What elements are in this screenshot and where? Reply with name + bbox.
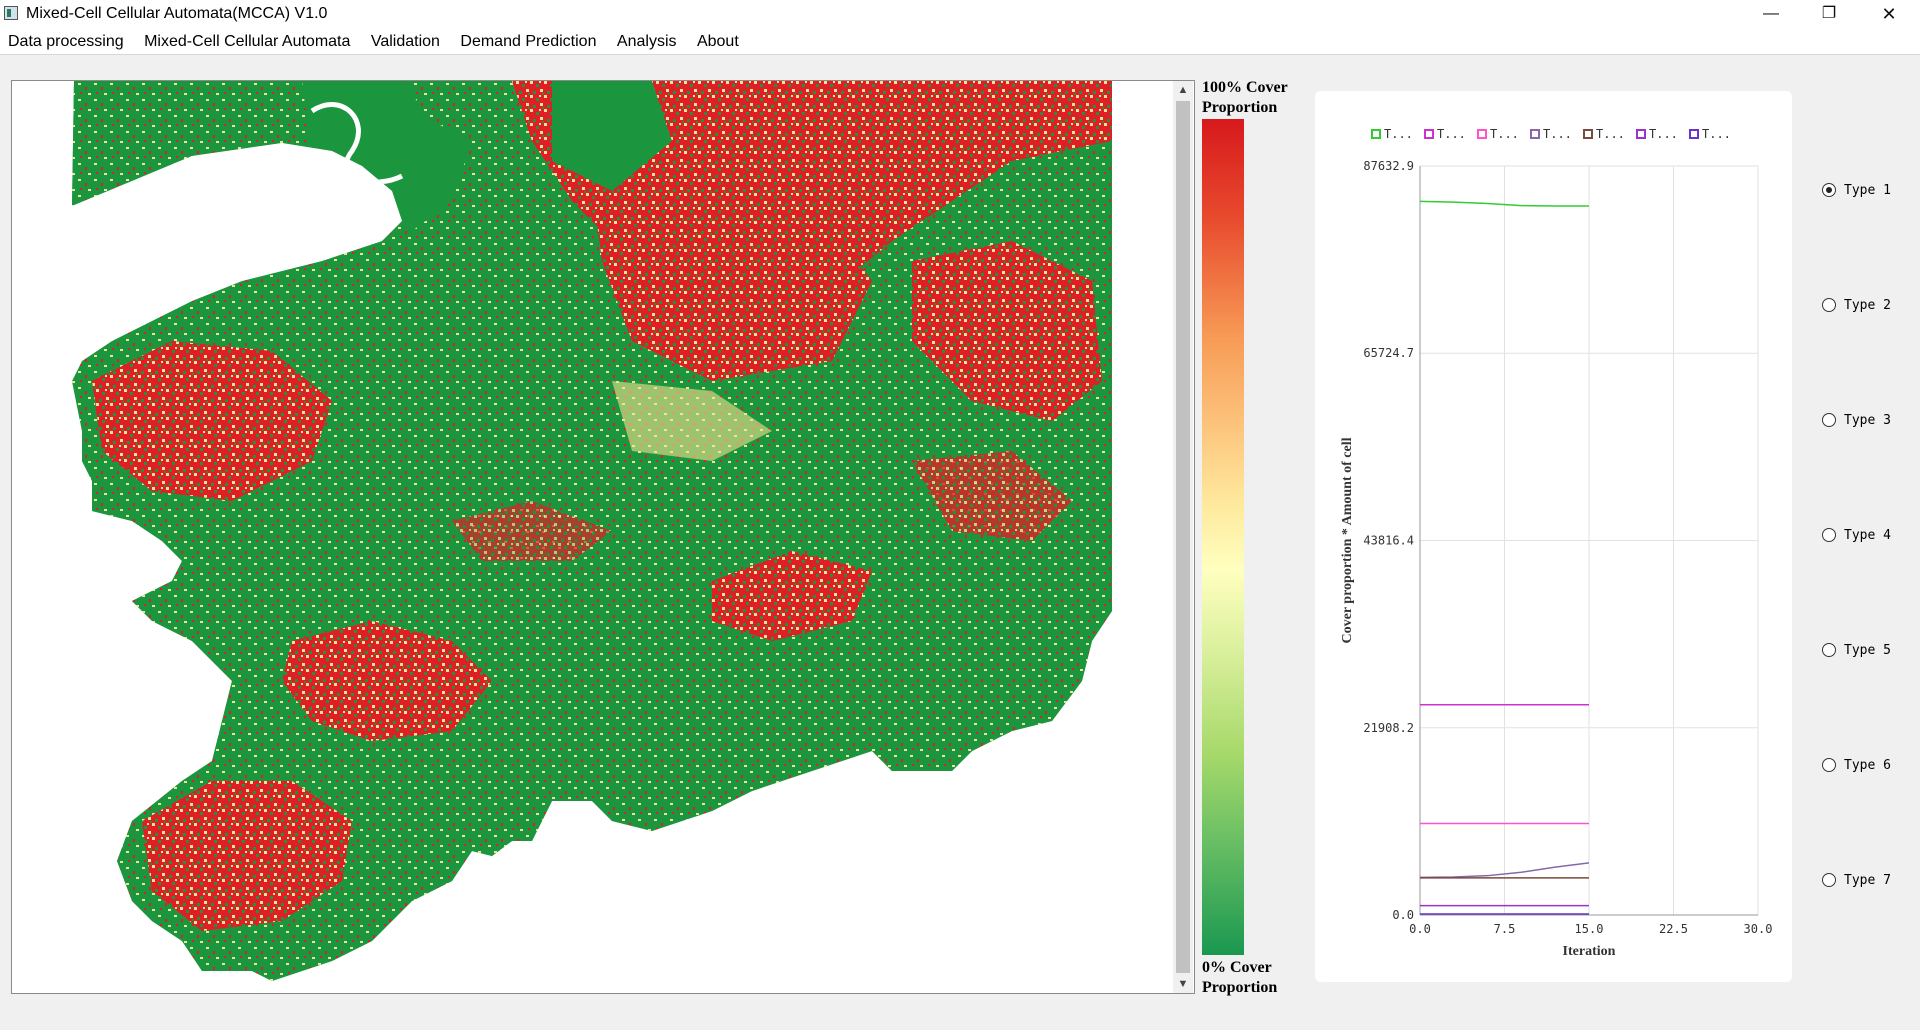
menu-demand-prediction[interactable]: Demand Prediction — [452, 28, 604, 56]
radio-label: Type 5 — [1844, 642, 1891, 658]
radio-type-5[interactable]: Type 5 — [1822, 640, 1891, 660]
menu-bar: Data processing Mixed-Cell Cellular Auto… — [0, 28, 1920, 54]
radio-type-1[interactable]: Type 1 — [1822, 180, 1891, 200]
y-tick-label: 0.0 — [1392, 908, 1414, 922]
close-icon[interactable]: ✕ — [1866, 0, 1912, 28]
x-tick-label: 22.5 — [1659, 922, 1688, 936]
legend-min-label: 0% Cover Proportion — [1202, 959, 1278, 996]
radio-circle[interactable] — [1822, 643, 1836, 657]
legend-swatch — [1477, 129, 1487, 139]
radio-circle[interactable] — [1822, 528, 1836, 542]
legend-swatch — [1636, 129, 1646, 139]
radio-type-6[interactable]: Type 6 — [1822, 755, 1891, 775]
legend-label: T... — [1702, 127, 1731, 141]
scroll-thumb[interactable] — [1176, 101, 1190, 973]
radio-type-7[interactable]: Type 7 — [1822, 870, 1891, 890]
window-title: Mixed-Cell Cellular Automata(MCCA) V1.0 — [26, 5, 328, 22]
minimize-icon[interactable]: — — [1748, 0, 1794, 28]
title-bar: Mixed-Cell Cellular Automata(MCCA) V1.0 … — [0, 0, 1920, 28]
restore-icon[interactable]: ❐ — [1806, 0, 1852, 28]
radio-label: Type 3 — [1844, 412, 1891, 428]
x-axis-label: Iteration — [1563, 944, 1616, 959]
radio-circle[interactable] — [1822, 183, 1836, 197]
line-chart: 0.0 21908.2 43816.4 65724.7 87632.9 0.0 7.5 15.… — [1340, 127, 1773, 959]
legend-swatch — [1424, 129, 1434, 139]
menu-divider — [0, 54, 1920, 55]
menu-about[interactable]: About — [689, 28, 747, 56]
legend-swatch — [1371, 129, 1381, 139]
radio-label: Type 6 — [1844, 757, 1891, 773]
radio-label: Type 7 — [1844, 872, 1891, 888]
app-icon — [4, 6, 18, 20]
radio-label: Type 2 — [1844, 297, 1891, 313]
legend-swatch — [1689, 129, 1699, 139]
scroll-down-icon[interactable]: ▼ — [1173, 975, 1193, 993]
legend-swatch — [1583, 129, 1593, 139]
legend-max-label: 100% Cover Proportion — [1202, 79, 1288, 116]
map-scrollbar[interactable]: ▲ ▼ — [1173, 81, 1193, 993]
legend-label: T... — [1437, 127, 1466, 141]
menu-data-processing[interactable]: Data processing — [0, 28, 132, 56]
menu-mcca[interactable]: Mixed-Cell Cellular Automata — [136, 28, 358, 56]
radio-circle[interactable] — [1822, 873, 1836, 887]
x-tick-label: 30.0 — [1744, 922, 1773, 936]
legend-label: T... — [1649, 127, 1678, 141]
legend-label: T... — [1490, 127, 1519, 141]
menu-validation[interactable]: Validation — [363, 28, 448, 56]
legend-swatch — [1530, 129, 1540, 139]
radio-type-4[interactable]: Type 4 — [1822, 525, 1891, 545]
y-tick-label: 43816.4 — [1363, 534, 1414, 548]
y-tick-label: 65724.7 — [1363, 346, 1414, 360]
color-ramp — [1202, 119, 1244, 955]
legend-label: T... — [1543, 127, 1572, 141]
x-tick-label: 15.0 — [1575, 922, 1604, 936]
y-tick-label: 87632.9 — [1363, 159, 1414, 173]
chart-panel: 0.0 21908.2 43816.4 65724.7 87632.9 0.0 7.5 15.… — [1315, 91, 1792, 982]
scroll-up-icon[interactable]: ▲ — [1173, 81, 1193, 99]
cover-proportion-map — [72, 81, 1112, 981]
menu-analysis[interactable]: Analysis — [609, 28, 685, 56]
radio-circle[interactable] — [1822, 413, 1836, 427]
radio-label: Type 4 — [1844, 527, 1891, 543]
legend-label: T... — [1596, 127, 1625, 141]
map-view[interactable] — [11, 80, 1195, 994]
y-axis-label: Cover proportion * Amount of cell — [1340, 437, 1355, 643]
radio-type-2[interactable]: Type 2 — [1822, 295, 1891, 315]
radio-circle[interactable] — [1822, 298, 1836, 312]
x-tick-label: 7.5 — [1494, 922, 1516, 936]
radio-label: Type 1 — [1844, 182, 1891, 198]
radio-type-3[interactable]: Type 3 — [1822, 410, 1891, 430]
y-tick-label: 21908.2 — [1363, 721, 1414, 735]
radio-circle[interactable] — [1822, 758, 1836, 772]
legend-label: T... — [1384, 127, 1413, 141]
x-tick-label: 0.0 — [1409, 922, 1431, 936]
